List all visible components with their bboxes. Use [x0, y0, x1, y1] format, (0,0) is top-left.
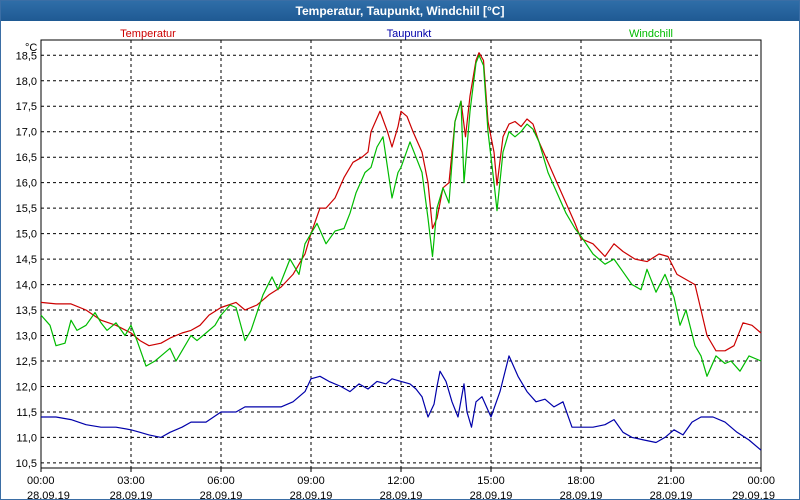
y-tick-label: 18,0 [16, 76, 37, 88]
x-tick-time: 15:00 [477, 475, 505, 487]
x-tick-date: 28.09.19 [110, 490, 153, 499]
y-tick-label: 16,5 [16, 152, 37, 164]
x-tick-time: 18:00 [567, 475, 595, 487]
y-axis-ticks: 10,5 11,0 11,5 12,0 12,5 13,0 13,5 14,0 14,5 15,0… [16, 50, 37, 470]
y-tick-label: 11,0 [16, 432, 37, 444]
y-tick-label: 10,5 [16, 458, 37, 470]
grid-lines [41, 40, 761, 468]
y-tick-label: 12,5 [16, 356, 37, 368]
y-tick-label: 17,5 [16, 101, 37, 113]
legend: Temperatur Taupunkt Windchill [120, 28, 673, 40]
y-tick-label: 13,0 [16, 331, 37, 343]
y-axis-unit-label: °C [25, 42, 37, 54]
x-tick-date: 28.09.19 [380, 490, 423, 499]
x-tick-time: 09:00 [297, 475, 325, 487]
x-tick-date: 28.09.19 [27, 490, 70, 499]
legend-item-temperatur: Temperatur [120, 28, 176, 40]
x-tick-time: 03:00 [117, 475, 145, 487]
line-chart: 10,5 11,0 11,5 12,0 12,5 13,0 13,5 14,0 14,5 15,0… [16, 28, 775, 499]
y-tick-label: 16,0 [16, 178, 37, 190]
plot-frame [40, 39, 762, 469]
x-tick-date: 28.09.19 [650, 490, 693, 499]
x-axis-ticks: 00:00 28.09.19 03:00 28.09.19 06:00 28.09.19 0… [27, 468, 775, 499]
chart-window: Temperatur, Taupunkt, Windchill [°C] 10,… [0, 0, 800, 500]
x-tick-time: 00:00 [747, 475, 775, 487]
x-tick-time: 12:00 [387, 475, 415, 487]
x-tick-date: 28.09.19 [290, 490, 333, 499]
legend-item-windchill: Windchill [629, 28, 673, 40]
y-tick-label: 17,0 [16, 127, 37, 139]
window-title: Temperatur, Taupunkt, Windchill [°C] [1, 1, 799, 21]
x-tick-time: 21:00 [657, 475, 685, 487]
y-tick-label: 12,0 [16, 381, 37, 393]
legend-item-taupunkt: Taupunkt [387, 28, 432, 40]
y-tick-label: 11,5 [16, 407, 37, 419]
x-tick-time: 06:00 [207, 475, 235, 487]
y-tick-label: 14,0 [16, 280, 37, 292]
y-tick-label: 15,0 [16, 229, 37, 241]
x-tick-time: 00:00 [27, 475, 55, 487]
x-tick-date: 28.09.19 [560, 490, 603, 499]
y-tick-label: 13,5 [16, 305, 37, 317]
y-tick-label: 15,5 [16, 203, 37, 215]
x-tick-date: 28.09.19 [200, 490, 243, 499]
y-tick-label: 14,5 [16, 254, 37, 266]
x-tick-date: 28.09.19 [470, 490, 513, 499]
x-tick-date: 29.09.19 [732, 490, 775, 499]
